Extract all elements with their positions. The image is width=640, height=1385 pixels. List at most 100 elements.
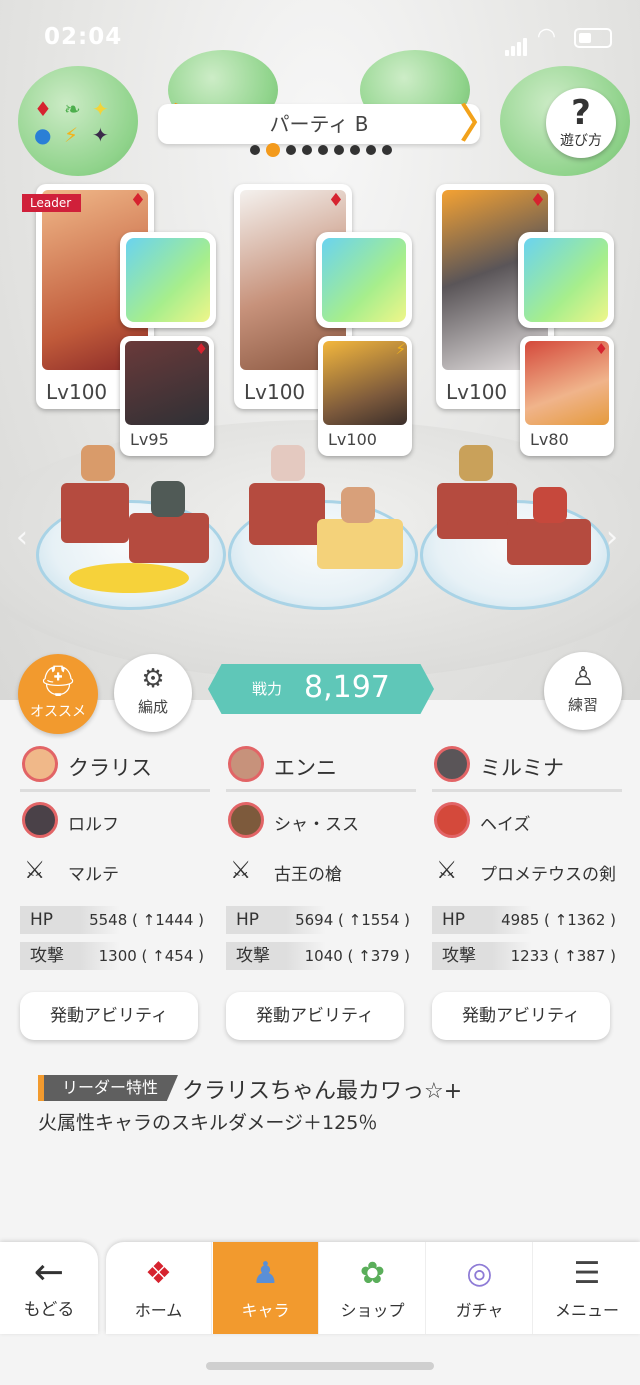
- home-icon: ❖: [145, 1256, 172, 1291]
- practice-label: 練習: [567, 696, 598, 714]
- main-character-row[interactable]: クラリス: [20, 742, 210, 792]
- weapon-row[interactable]: ⚔ 古王の槍: [226, 852, 416, 892]
- weapon-slot-3[interactable]: [518, 232, 614, 328]
- sub-character-name: ヘイズ: [480, 815, 531, 835]
- fire-element-icon: ♦: [34, 97, 52, 121]
- sub-character-level: Lv95: [130, 430, 169, 449]
- sub-character-card-3[interactable]: ♦ Lv80: [520, 336, 614, 456]
- page-dot[interactable]: [302, 145, 312, 155]
- gacha-icon: ◎: [466, 1256, 493, 1291]
- sub-character-card-1[interactable]: ♦ Lv95: [120, 336, 214, 456]
- avatar: [434, 802, 470, 838]
- page-dot[interactable]: [382, 145, 392, 155]
- next-party-button[interactable]: 〉: [460, 102, 500, 146]
- weapon-name: 古王の槍: [274, 865, 342, 885]
- avatar: [22, 746, 58, 782]
- avatar: [22, 802, 58, 838]
- staff-icon: [126, 238, 210, 322]
- dark-element-icon: ✦: [92, 123, 109, 147]
- home-indicator[interactable]: [206, 1362, 434, 1370]
- character-icon: ♟: [252, 1256, 279, 1291]
- tab-label: ガチャ: [455, 1301, 504, 1320]
- hp-value: 4985 ( ↑1362 ): [501, 911, 616, 929]
- sub-character-card-2[interactable]: ⚡ Lv100: [318, 336, 412, 456]
- page-dot-active[interactable]: [266, 143, 280, 157]
- main-character-row[interactable]: エンニ: [226, 742, 416, 792]
- element-filter[interactable]: ♦ ❧ ✦ ● ⚡ ✦: [28, 96, 118, 152]
- attack-stat: 攻撃 1040 ( ↑379 ): [226, 942, 416, 970]
- hp-value: 5694 ( ↑1554 ): [295, 911, 410, 929]
- cake-block: [249, 483, 325, 545]
- back-button[interactable]: ← もどる: [0, 1242, 98, 1334]
- page-dot[interactable]: [366, 145, 376, 155]
- ability-button[interactable]: 発動アビリティ: [20, 992, 198, 1040]
- character-name: クラリス: [68, 756, 152, 780]
- signal-icon: [505, 30, 529, 56]
- platform-3[interactable]: [420, 445, 610, 610]
- avatar: [228, 802, 264, 838]
- thunder-element-icon: ⚡: [64, 123, 79, 147]
- page-dot[interactable]: [318, 145, 328, 155]
- sub-character-row[interactable]: シャ・スス: [226, 800, 416, 840]
- diamond-icon: ♦: [327, 190, 344, 211]
- scroll-right-icon[interactable]: ›: [606, 520, 618, 555]
- scroll-left-icon[interactable]: ‹: [16, 520, 28, 555]
- tab-bar: ❖ ホーム ♟ キャラ ✿ ショップ ◎ ガチャ ☰ メニュー: [106, 1242, 640, 1334]
- sub-character-row[interactable]: ロルフ: [20, 800, 210, 840]
- character-sprite[interactable]: [81, 445, 115, 481]
- character-sprite[interactable]: [459, 445, 493, 481]
- sub-character-name: シャ・スス: [274, 815, 359, 835]
- ability-button[interactable]: 発動アビリティ: [226, 992, 404, 1040]
- light-element-icon: ✦: [92, 97, 109, 121]
- help-button[interactable]: ? 遊び方: [546, 88, 616, 158]
- diamond-icon: ♦: [129, 190, 146, 211]
- diamond-icon: ♦: [594, 340, 608, 358]
- page-dot[interactable]: [334, 145, 344, 155]
- platform-2[interactable]: [228, 445, 418, 610]
- weapon-slot-2[interactable]: [316, 232, 412, 328]
- cake-block: [437, 483, 517, 539]
- page-dot[interactable]: [250, 145, 260, 155]
- party-page-dots[interactable]: [226, 140, 416, 157]
- formation-button[interactable]: ⚙ 編成: [114, 654, 192, 732]
- training-dummy-icon: ♙: [571, 662, 595, 692]
- character-sprite[interactable]: [151, 481, 185, 517]
- recommend-button[interactable]: ⛑ オススメ: [18, 654, 98, 734]
- sub-character-level: Lv100: [328, 430, 377, 449]
- battery-icon: [574, 28, 612, 48]
- cake-block: [317, 519, 403, 569]
- page-dot[interactable]: [350, 145, 360, 155]
- weapon-slot-1[interactable]: [120, 232, 216, 328]
- tab-character[interactable]: ♟ キャラ: [213, 1242, 319, 1334]
- tab-shop[interactable]: ✿ ショップ: [320, 1242, 426, 1334]
- sub-character-level: Lv80: [530, 430, 569, 449]
- tab-gacha[interactable]: ◎ ガチャ: [427, 1242, 533, 1334]
- attack-value: 1233 ( ↑387 ): [510, 947, 616, 965]
- weapon-name: プロメテウスの剣: [480, 865, 616, 885]
- character-sprite[interactable]: [341, 487, 375, 523]
- party-scene: ‹ › Leader ♦ Lv100 ♦ Lv95 ♦ Lv100 ⚡ Lv10…: [0, 0, 640, 700]
- hp-value: 5548 ( ↑1444 ): [89, 911, 204, 929]
- sub-character-row[interactable]: ヘイズ: [432, 800, 622, 840]
- character-sprite[interactable]: [271, 445, 305, 481]
- main-character-row[interactable]: ミルミナ: [432, 742, 622, 792]
- attack-stat: 攻撃 1233 ( ↑387 ): [432, 942, 622, 970]
- party-selector: 〈 パーティ B 〉: [140, 100, 500, 157]
- weapon-row[interactable]: ⚔ マルテ: [20, 852, 210, 892]
- cake-block: [61, 483, 129, 543]
- tab-label: キャラ: [241, 1301, 290, 1320]
- helmet-icon: ⛑: [38, 664, 78, 699]
- tab-menu[interactable]: ☰ メニュー: [534, 1242, 640, 1334]
- tab-home[interactable]: ❖ ホーム: [106, 1242, 212, 1334]
- ability-button[interactable]: 発動アビリティ: [432, 992, 610, 1040]
- sword-icon: [524, 238, 608, 322]
- practice-button[interactable]: ♙ 練習: [544, 652, 622, 730]
- weapon-row[interactable]: ⚔ プロメテウスの剣: [432, 852, 622, 892]
- character-level: Lv100: [46, 380, 108, 404]
- character-sprite[interactable]: [533, 487, 567, 523]
- status-bar: 02:04 ◠: [0, 22, 640, 56]
- hp-stat: HP 5548 ( ↑1444 ): [20, 906, 210, 934]
- page-dot[interactable]: [286, 145, 296, 155]
- platform-1[interactable]: [36, 445, 226, 610]
- recommend-label: オススメ: [30, 704, 86, 720]
